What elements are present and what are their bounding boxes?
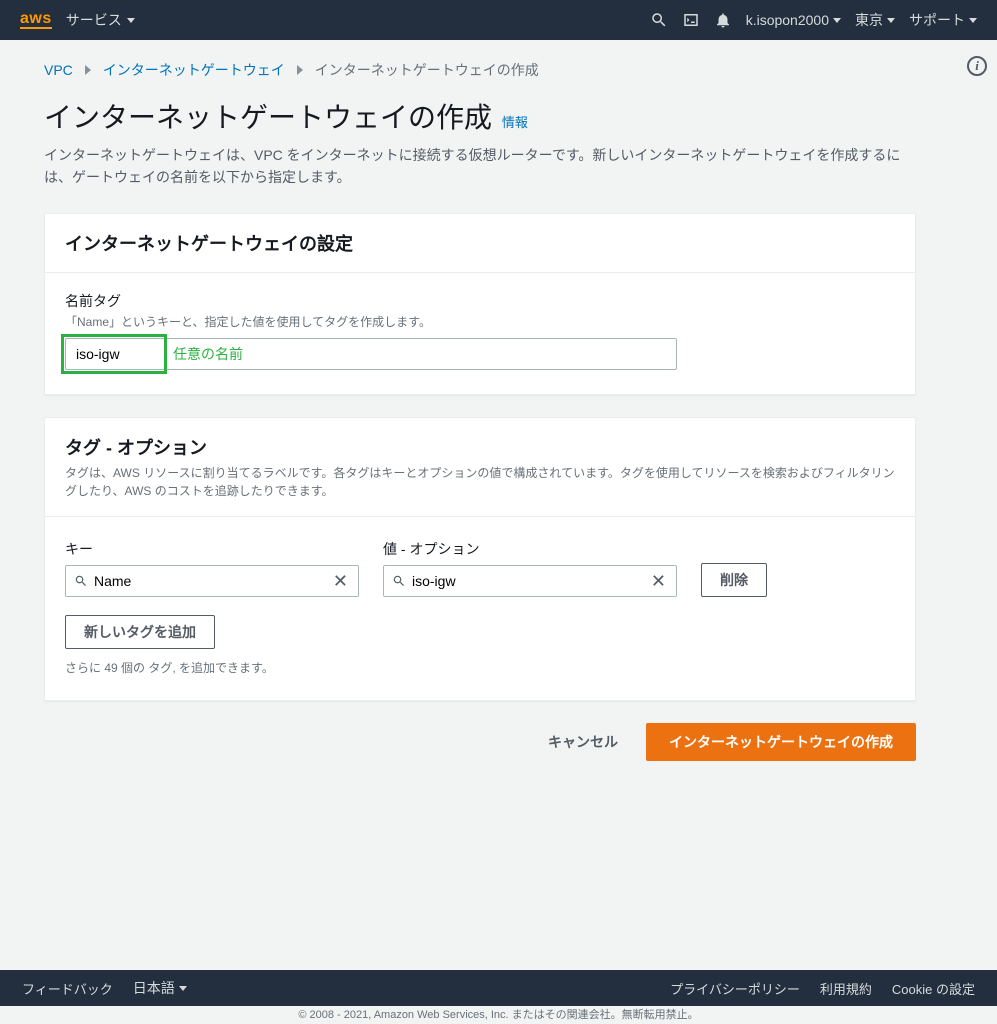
caret-down-icon (887, 18, 895, 23)
caret-down-icon (179, 986, 187, 991)
create-button[interactable]: インターネットゲートウェイの作成 (646, 723, 916, 761)
search-icon[interactable] (650, 11, 668, 29)
search-icon (392, 574, 406, 588)
delete-tag-button[interactable]: 削除 (701, 563, 767, 597)
support-menu[interactable]: サポート (909, 10, 977, 30)
region-label: 東京 (855, 10, 883, 30)
name-tag-help: 「Name」というキーと、指定した値を使用してタグを作成します。 (65, 313, 895, 330)
terms-link[interactable]: 利用規約 (820, 979, 872, 998)
clear-icon[interactable]: ✕ (331, 572, 350, 590)
privacy-link[interactable]: プライバシーポリシー (670, 979, 800, 998)
name-tag-label: 名前タグ (65, 291, 895, 311)
tag-value-input[interactable] (406, 573, 649, 589)
tag-key-input[interactable] (88, 573, 331, 589)
footer: フィードバック 日本語 プライバシーポリシー 利用規約 Cookie の設定 (0, 970, 997, 1006)
page-description: インターネットゲートウェイは、VPC をインターネットに接続する仮想ルーターです… (44, 144, 914, 189)
language-label: 日本語 (133, 978, 175, 998)
cookie-link[interactable]: Cookie の設定 (892, 979, 975, 998)
account-label: k.isopon2000 (746, 12, 829, 28)
copyright-text: © 2008 - 2021, Amazon Web Services, Inc.… (0, 1006, 997, 1024)
services-label: サービス (66, 10, 122, 30)
tags-panel-title: タグ - オプション (65, 434, 895, 460)
top-nav: aws サービス k.isopon2000 東京 サポート (0, 0, 997, 40)
chevron-right-icon (83, 62, 93, 78)
bell-icon[interactable] (714, 11, 732, 29)
breadcrumb-igw[interactable]: インターネットゲートウェイ (103, 60, 285, 80)
tags-panel: タグ - オプション タグは、AWS リソースに割り当てるラベルです。各タグはキ… (44, 417, 916, 701)
account-menu[interactable]: k.isopon2000 (746, 12, 841, 28)
action-bar: キャンセル インターネットゲートウェイの作成 (44, 723, 916, 761)
settings-panel-title: インターネットゲートウェイの設定 (65, 230, 895, 256)
caret-down-icon (969, 18, 977, 23)
breadcrumb-vpc[interactable]: VPC (44, 62, 73, 78)
settings-panel: インターネットゲートウェイの設定 名前タグ 「Name」というキーと、指定した値… (44, 213, 916, 395)
tag-value-input-wrapper: ✕ (383, 565, 677, 597)
name-tag-input[interactable] (65, 338, 677, 370)
chevron-right-icon (295, 62, 305, 78)
breadcrumb: VPC インターネットゲートウェイ インターネットゲートウェイの作成 (44, 60, 933, 80)
caret-down-icon (127, 18, 135, 23)
cancel-button[interactable]: キャンセル (536, 724, 630, 760)
tag-key-label: キー (65, 539, 359, 559)
region-menu[interactable]: 東京 (855, 10, 895, 30)
tags-panel-description: タグは、AWS リソースに割り当てるラベルです。各タグはキーとオプションの値で構… (65, 464, 895, 500)
tag-value-label: 値 - オプション (383, 539, 677, 559)
cloudshell-icon[interactable] (682, 11, 700, 29)
caret-down-icon (833, 18, 841, 23)
page-title: インターネットゲートウェイの作成 (44, 102, 492, 133)
breadcrumb-current: インターネットゲートウェイの作成 (315, 60, 539, 80)
clear-icon[interactable]: ✕ (649, 572, 668, 590)
add-tag-button[interactable]: 新しいタグを追加 (65, 615, 215, 649)
services-menu[interactable]: サービス (66, 10, 135, 30)
info-link[interactable]: 情報 (502, 115, 528, 130)
right-rail: i (957, 40, 997, 984)
language-menu[interactable]: 日本語 (133, 978, 187, 998)
tag-key-input-wrapper: ✕ (65, 565, 359, 597)
aws-logo[interactable]: aws (20, 12, 52, 29)
search-icon (74, 574, 88, 588)
main-content: VPC インターネットゲートウェイ インターネットゲートウェイの作成 インターネ… (0, 40, 957, 984)
tag-limit-text: さらに 49 個の タグ, を追加できます。 (65, 659, 895, 676)
feedback-link[interactable]: フィードバック (22, 979, 113, 998)
support-label: サポート (909, 10, 965, 30)
info-icon[interactable]: i (967, 56, 987, 76)
